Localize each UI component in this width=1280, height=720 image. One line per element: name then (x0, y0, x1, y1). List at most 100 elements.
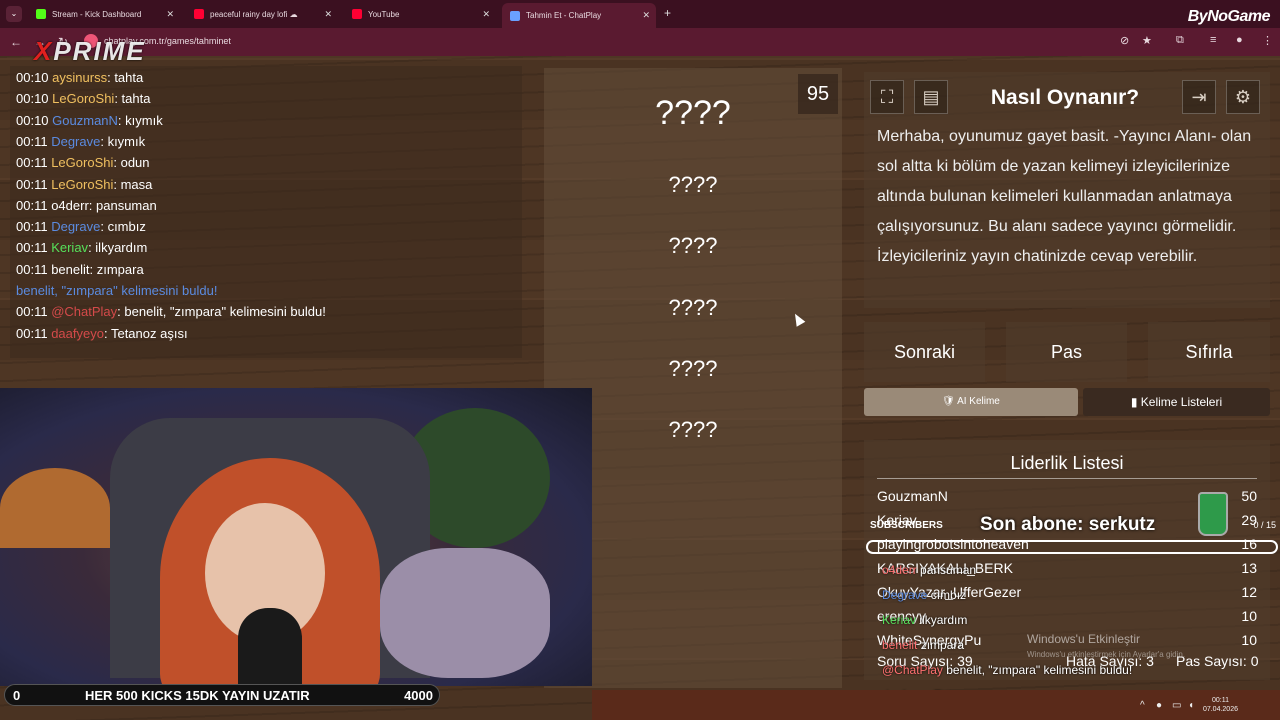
gear-icon[interactable]: ⚙ (1226, 80, 1260, 114)
reading-list-icon[interactable]: ≡ (1210, 34, 1216, 46)
overlay-chat-text: ilkyardım (919, 613, 968, 627)
chat-username[interactable]: o4derr (51, 198, 89, 213)
forbidden-word: ???? (668, 172, 718, 197)
word-lists-button[interactable]: ▮ Kelime Listeleri (1083, 388, 1270, 416)
chat-text: : kıymık (100, 133, 146, 149)
main-word: ???? (655, 94, 731, 132)
tab-chatplay[interactable]: Tahmin Et - ChatPlay ✕ (502, 3, 656, 28)
leaderboard-title: Liderlik Listesi (1010, 453, 1124, 473)
close-icon[interactable]: ✕ (482, 9, 490, 20)
fullscreen-icon[interactable]: ⛶ (870, 80, 904, 114)
overlay-chat-text: cımbız (930, 588, 967, 602)
chat-username[interactable]: @ChatPlay (51, 304, 117, 319)
chat-message: 00:11 LeGoroShi: odun (16, 155, 150, 170)
chat-time: 00:11 (16, 304, 48, 320)
banner-text: HER 500 KICKS 15DK YAYIN UZATIR (85, 688, 310, 703)
leaderboard-score: 13 (1241, 560, 1257, 576)
chat-username[interactable]: daafyeyo (51, 326, 104, 341)
forbidden-word: ???? (668, 233, 718, 258)
chat-message: 00:11 @ChatPlay: benelit, "zımpara" keli… (16, 304, 326, 319)
system-clock[interactable]: 00:11 07.04.2026 (1203, 696, 1238, 714)
profile-icon[interactable]: ● (1236, 34, 1243, 46)
exit-icon[interactable]: ⇥ (1182, 80, 1216, 114)
chat-time: 00:11 (16, 240, 48, 256)
bynogame-logo: ByNoGame (1187, 8, 1271, 25)
chat-time: 00:11 (16, 133, 48, 149)
chat-username[interactable]: LeGoroShi (51, 155, 113, 170)
extensions-icon[interactable]: ⧉ (1176, 34, 1184, 47)
chat-text: : zımpara (89, 261, 144, 277)
chat-text: : tahta (107, 70, 144, 85)
chat-time: 00:10 (16, 91, 49, 107)
chat-text: : benelit, "zımpara" kelimesini buldu! (117, 304, 326, 320)
chat-username[interactable]: benelit (51, 262, 89, 277)
leaderboard-name: GouzmanN (877, 488, 948, 504)
clock-time: 00:11 (1211, 697, 1229, 704)
chat-time: 00:11 (16, 261, 48, 277)
chat-username[interactable]: LeGoroShi (52, 91, 114, 106)
browser-tab-bar: ⌄ Stream - Kick Dashboard ✕ peaceful rai… (0, 0, 1280, 28)
pass-button[interactable]: Pas (1006, 322, 1127, 382)
close-icon[interactable]: ✕ (166, 9, 174, 20)
chat-text: : Tetanoz aşısı (103, 325, 188, 341)
next-button[interactable]: Sonraki (864, 322, 985, 382)
ai-word-button[interactable]: 🛡 AI Kelime (864, 388, 1078, 416)
overlay-chat-message: Degrave cımbız (882, 588, 966, 602)
divider (877, 478, 1257, 479)
chat-username[interactable]: Keriav (51, 240, 88, 255)
mic-icon[interactable]: ● (1156, 700, 1162, 711)
chat-username[interactable]: benelit, "zımpara" kelimesini buldu! (16, 283, 217, 298)
overlay-chat-text: benelit, "zımpara" kelimesini buldu! (946, 663, 1133, 677)
chat-text: : ilkyardım (88, 240, 148, 256)
overlay-chat-message: benelit zımpara (882, 638, 964, 652)
tip-jar-icon (1198, 492, 1228, 536)
eye-off-icon[interactable]: ⊘ (1120, 34, 1129, 47)
chat-message: 00:11 benelit: zımpara (16, 262, 144, 277)
overlay-chat-username: Keriav (882, 613, 917, 627)
tab-kick-dashboard[interactable]: Stream - Kick Dashboard ✕ (28, 4, 180, 24)
chat-text: : tahta (114, 91, 151, 107)
banner-left-count: 0 (13, 688, 21, 703)
leaderboard-score: 50 (1241, 488, 1257, 504)
bookmark-star-icon[interactable]: ★ (1142, 34, 1152, 47)
tab-search-button[interactable]: ⌄ (6, 6, 22, 22)
chat-username[interactable]: Degrave (51, 134, 100, 149)
network-icon[interactable]: ▭ (1172, 700, 1181, 711)
chat-text: : pansuman (88, 197, 157, 213)
tab-label: peaceful rainy day lofi ☁ (210, 9, 298, 19)
chevron-up-icon[interactable]: ^ (1140, 700, 1145, 711)
chat-message: benelit, "zımpara" kelimesini buldu! (16, 283, 217, 298)
tab-label: Tahmin Et - ChatPlay (526, 11, 602, 20)
kick-icon (36, 9, 46, 19)
youtube-icon (194, 9, 204, 19)
chat-text: : cımbız (100, 219, 146, 235)
new-tab-button[interactable]: + (664, 6, 671, 20)
xprime-logo: XPRIME (34, 36, 146, 66)
chat-username[interactable]: Degrave (51, 219, 100, 234)
menu-icon[interactable]: ⋮ (1262, 34, 1273, 47)
overlay-chat-message: @ChatPlay benelit, "zımpara" kelimesini … (882, 663, 1132, 677)
chat-message: 00:11 Keriav: ilkyardım (16, 240, 147, 255)
overlay-chat-username: @ChatPlay (882, 663, 943, 677)
chat-message: 00:10 aysinurss: tahta (16, 70, 143, 85)
chat-username[interactable]: aysinurss (52, 70, 107, 85)
tab-youtube[interactable]: YouTube ✕ (344, 4, 496, 24)
close-icon[interactable]: ✕ (324, 9, 332, 20)
back-icon[interactable]: ← (10, 35, 22, 49)
chat-username[interactable]: GouzmanN (52, 113, 118, 128)
close-icon[interactable]: ✕ (642, 10, 650, 21)
leaderboard-score: 10 (1241, 632, 1257, 648)
tab-label: Stream - Kick Dashboard (52, 9, 142, 19)
volume-icon[interactable]: ◖ (1188, 700, 1194, 711)
overlay-chat-text: zımpara (920, 638, 965, 652)
reset-button[interactable]: Sıfırla (1148, 322, 1270, 382)
overlay-chat-message: o4derr pansuman (882, 563, 976, 577)
notes-icon[interactable]: ▤ (914, 80, 948, 114)
tab-lofi[interactable]: peaceful rainy day lofi ☁ ✕ (186, 4, 338, 24)
subscriber-goal-count: 0 / 15 (1253, 520, 1276, 530)
webcam-feed (0, 388, 592, 686)
chat-time: 00:11 (16, 155, 48, 171)
chat-message: 00:10 LeGoroShi: tahta (16, 91, 150, 106)
chat-username[interactable]: LeGoroShi (51, 177, 113, 192)
chat-time: 00:11 (16, 197, 48, 213)
